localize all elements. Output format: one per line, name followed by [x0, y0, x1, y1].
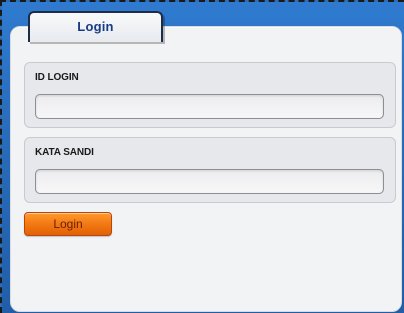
password-group: KATA SANDI	[24, 137, 396, 203]
password-label: KATA SANDI	[35, 147, 94, 158]
login-button[interactable]: Login	[24, 212, 112, 236]
login-id-label: ID LOGIN	[35, 72, 79, 83]
login-id-input[interactable]	[35, 94, 384, 119]
window-viewport: Login ID LOGIN KATA SANDI Login	[0, 0, 404, 313]
tab-login[interactable]: Login	[28, 11, 163, 42]
password-input[interactable]	[35, 169, 384, 194]
login-button-label: Login	[53, 217, 83, 231]
tab-login-label: Login	[77, 19, 114, 34]
login-id-group: ID LOGIN	[24, 62, 396, 128]
